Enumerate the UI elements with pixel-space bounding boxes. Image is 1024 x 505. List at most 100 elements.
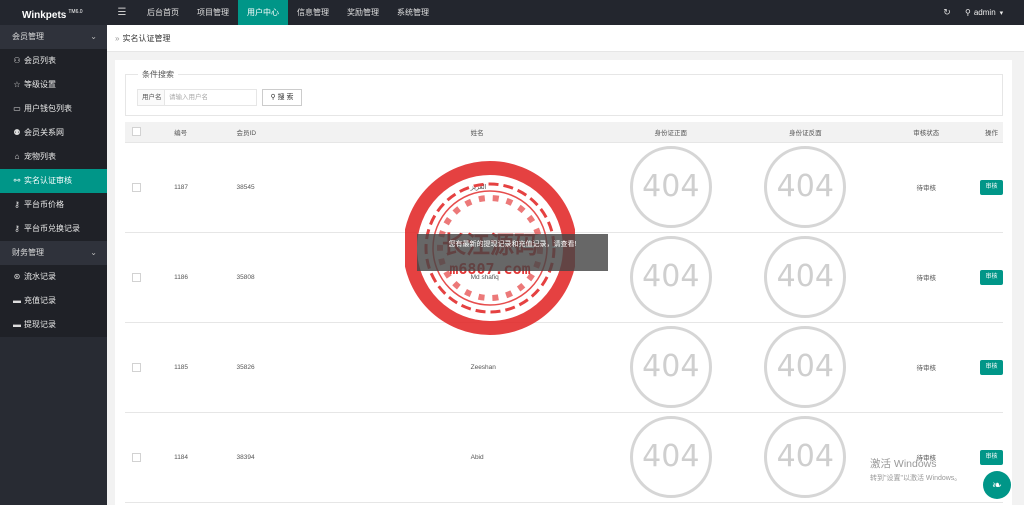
cell-action: 审核 — [980, 142, 1003, 233]
top-nav: 后台首页 项目管理 用户中心 信息管理 奖励管理 系统管理 — [138, 0, 438, 25]
topnav-item-system[interactable]: 系统管理 — [388, 0, 438, 25]
app-name: Winkpets — [22, 10, 67, 21]
row-checkbox-cell — [125, 232, 149, 323]
id-back-image[interactable]: 404 — [764, 416, 847, 498]
id-back-image[interactable]: 404 — [764, 236, 847, 318]
sidebar-item-label: 会员列表 — [24, 56, 56, 65]
cell-id-front: 404 — [603, 232, 739, 323]
topnav-item-info[interactable]: 信息管理 — [288, 0, 338, 25]
menu-toggle-icon[interactable]: ☰ — [112, 0, 132, 25]
sidebar-item-level-settings[interactable]: ☆ 等级设置 — [0, 73, 107, 97]
chevron-down-icon: ⌄ — [90, 32, 97, 41]
username-search-input[interactable] — [164, 89, 257, 106]
row-checkbox[interactable] — [132, 452, 142, 462]
cell-name: Zeeshan — [298, 322, 604, 413]
id-front-image[interactable]: 404 — [629, 416, 712, 498]
cell-member-id: 35826 — [211, 322, 299, 413]
refresh-icon[interactable]: ↻ — [936, 0, 958, 25]
top-bar: Winkpets TM6.0 ☰ 后台首页 项目管理 用户中心 信息管理 奖励管理… — [0, 0, 1024, 25]
sidebar-item-label: 充值记录 — [24, 296, 56, 305]
card-icon: ▬ — [13, 296, 21, 305]
topnav-item-projects[interactable]: 项目管理 — [188, 0, 238, 25]
sidebar-item-member-list[interactable]: ⚇ 会员列表 — [0, 49, 107, 73]
row-checkbox-cell — [125, 142, 149, 233]
cell-name: العزيز — [298, 142, 604, 233]
row-checkbox[interactable] — [132, 272, 142, 282]
windows-activation-title: 激活 Windows — [870, 458, 937, 470]
sidebar-item-coin-price[interactable]: ⚷ 平台币价格 — [0, 193, 107, 217]
sidebar-group-label: 会员管理 — [12, 32, 44, 41]
sidebar-item-recharge-records[interactable]: ▬ 充值记录 — [0, 289, 107, 313]
sidebar-item-label: 实名认证审核 — [24, 176, 72, 185]
select-all-checkbox[interactable] — [132, 127, 142, 137]
wallet-icon: ▭ — [13, 104, 21, 113]
cell-id: 1184 — [148, 412, 212, 503]
user-menu[interactable]: ⚲ admin ▾ — [965, 0, 1003, 25]
search-fieldset: 条件搜索 用户名 ⚲ 搜 索 — [125, 69, 1003, 116]
id-front-image[interactable]: 404 — [629, 326, 712, 408]
cell-status: 待审核 — [872, 232, 980, 323]
search-legend: 条件搜索 — [138, 69, 178, 80]
search-button[interactable]: ⚲ 搜 索 — [262, 89, 302, 106]
cell-id-front: 404 — [603, 322, 739, 413]
cell-action: 审核 — [980, 232, 1003, 323]
audit-button[interactable]: 审核 — [980, 269, 1003, 285]
audit-button[interactable]: 审核 — [980, 359, 1003, 375]
id-back-image[interactable]: 404 — [764, 326, 847, 408]
app-logo[interactable]: Winkpets TM6.0 — [0, 0, 107, 25]
row-checkbox[interactable] — [132, 182, 142, 192]
sidebar-item-pet-list[interactable]: ⌂ 宠物列表 — [0, 145, 107, 169]
floating-chat-button[interactable]: ❧ — [983, 471, 1011, 499]
sidebar-item-realname-review[interactable]: ⚯ 实名认证审核 — [0, 169, 107, 193]
user-name: admin — [973, 8, 996, 17]
cell-member-id: 35808 — [211, 232, 299, 323]
breadcrumb: » 实名认证管理 — [107, 25, 1024, 52]
card-icon: ▬ — [13, 320, 21, 329]
column-header-status: 审核状态 — [872, 122, 980, 143]
sidebar-group-finance[interactable]: 财务管理 ⌄ — [0, 241, 107, 265]
sidebar-group-members[interactable]: 会员管理 ⌄ — [0, 25, 107, 49]
sidebar-item-label: 提现记录 — [24, 320, 56, 329]
column-header-id: 编号 — [148, 122, 212, 143]
user-icon: ⚲ — [965, 8, 971, 17]
cell-id-front: 404 — [603, 142, 739, 233]
sidebar-item-label: 平台币兑换记录 — [24, 224, 80, 233]
sidebar-item-coin-exchange[interactable]: ⚷ 平台币兑换记录 — [0, 217, 107, 241]
sidebar-item-member-network[interactable]: ⚉ 会员关系网 — [0, 121, 107, 145]
sidebar-item-flow-records[interactable]: ⊛ 流水记录 — [0, 265, 107, 289]
sidebar-item-label: 宠物列表 — [24, 152, 56, 161]
audit-button[interactable]: 审核 — [980, 449, 1003, 465]
topnav-item-home[interactable]: 后台首页 — [138, 0, 188, 25]
id-back-image[interactable]: 404 — [764, 146, 847, 228]
sidebar-item-withdraw-records[interactable]: ▬ 提现记录 — [0, 313, 107, 337]
column-header-id-front: 身份证正面 — [603, 122, 739, 143]
cell-status: 待审核 — [872, 142, 980, 233]
row-checkbox-cell — [125, 322, 149, 413]
chevron-down-icon: ⌄ — [90, 248, 97, 257]
column-header-id-back: 身份证反面 — [738, 122, 873, 143]
cell-status: 待审核 — [872, 322, 980, 413]
cell-id-back: 404 — [738, 232, 873, 323]
cell-id-back: 404 — [738, 142, 873, 233]
username-label: 用户名 — [137, 89, 166, 106]
link-icon: ⚯ — [13, 176, 21, 185]
star-icon: ☆ — [13, 80, 21, 89]
realname-table: 编号 会员ID 姓名 身份证正面 身份证反面 审核状态 操作 1187 3854… — [125, 122, 1003, 503]
key-icon: ⚷ — [14, 200, 20, 209]
cell-action: 审核 — [980, 322, 1003, 413]
table-row: 1185 35826 Zeeshan 404 404 待审核 审核 — [125, 322, 1003, 413]
topnav-item-rewards[interactable]: 奖励管理 — [338, 0, 388, 25]
sidebar-item-label: 用户钱包列表 — [24, 104, 72, 113]
id-front-image[interactable]: 404 — [629, 236, 712, 318]
sidebar-item-label: 会员关系网 — [24, 128, 64, 137]
select-all-checkbox-cell — [125, 122, 149, 143]
users-icon: ⚉ — [13, 128, 21, 137]
audit-button[interactable]: 审核 — [980, 179, 1003, 195]
row-checkbox[interactable] — [132, 362, 142, 372]
id-front-image[interactable]: 404 — [629, 146, 712, 228]
main-panel: 条件搜索 用户名 ⚲ 搜 索 编号 会员ID 姓名 身份证正面 身份证反面 审核… — [115, 60, 1012, 505]
topnav-item-user-center[interactable]: 用户中心 — [238, 0, 288, 25]
bank-icon: ⌂ — [14, 152, 20, 161]
sidebar-item-wallet-list[interactable]: ▭ 用户钱包列表 — [0, 97, 107, 121]
column-header-name: 姓名 — [298, 122, 604, 143]
